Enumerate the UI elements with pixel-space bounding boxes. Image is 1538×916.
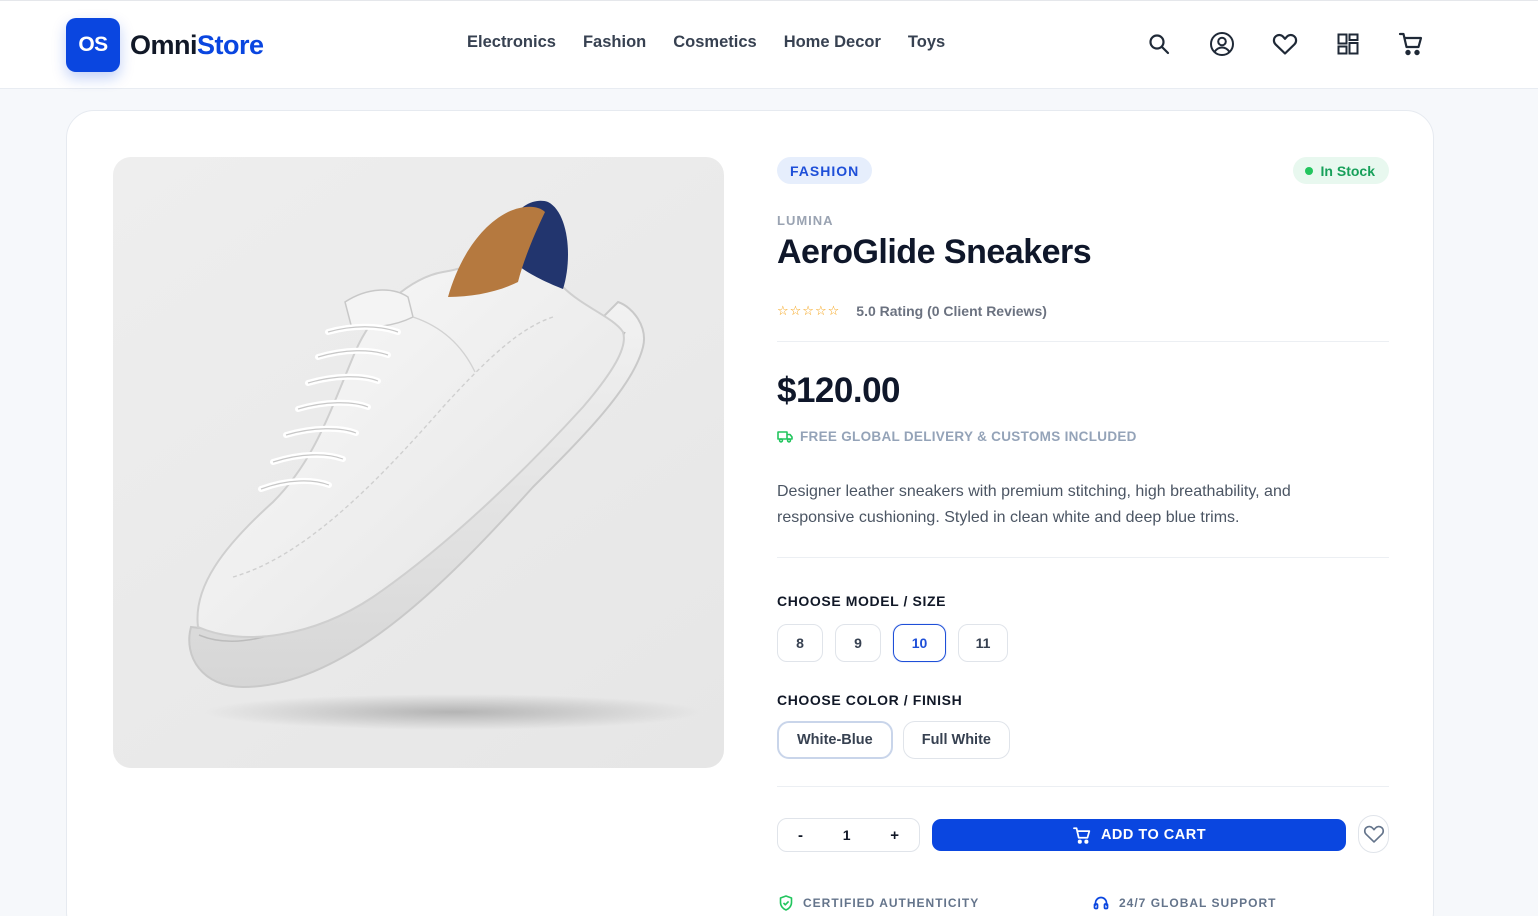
- trust-authenticity: CERTIFIED AUTHENTICITY: [779, 895, 979, 911]
- shield-check-icon: [779, 895, 793, 911]
- logo-text: OmniStore: [130, 30, 264, 61]
- product-brand: LUMINA: [777, 213, 834, 228]
- color-option-white-blue[interactable]: White-Blue: [777, 721, 893, 759]
- size-option-8[interactable]: 8: [777, 624, 823, 662]
- color-option-full-white[interactable]: Full White: [902, 721, 1010, 759]
- cart-icon: [1073, 826, 1091, 844]
- rating-stars-icon: ☆☆☆☆☆: [777, 303, 841, 318]
- headset-icon: [1093, 896, 1109, 910]
- color-options: White-Blue Full White: [777, 721, 1020, 759]
- logo-text-omni: Omni: [130, 29, 198, 60]
- nav-cosmetics[interactable]: Cosmetics: [673, 33, 756, 52]
- trust-authenticity-text: CERTIFIED AUTHENTICITY: [803, 896, 980, 910]
- product-rating: ☆☆☆☆☆ 5.0 Rating (0 Client Reviews): [777, 303, 1047, 319]
- rating-text[interactable]: 5.0 Rating (0 Client Reviews): [856, 303, 1047, 319]
- cart-icon[interactable]: [1396, 29, 1426, 59]
- trust-support: 24/7 GLOBAL SUPPORT: [1093, 895, 1276, 911]
- product-title: AeroGlide Sneakers: [777, 233, 1092, 271]
- divider: [777, 557, 1389, 558]
- qty-increase-button[interactable]: +: [890, 827, 899, 844]
- add-to-cart-label: ADD TO CART: [1100, 827, 1207, 843]
- delivery-note: FREE GLOBAL DELIVERY & CUSTOMS INCLUDED: [777, 429, 1137, 444]
- qty-decrease-button[interactable]: -: [798, 827, 803, 844]
- quantity-stepper: - 1 +: [777, 818, 920, 852]
- header-actions: [1144, 29, 1426, 59]
- stock-dot-icon: [1304, 166, 1313, 175]
- site-header: OS OmniStore Electronics Fashion Cosmeti…: [0, 0, 1538, 89]
- nav-home-decor[interactable]: Home Decor: [784, 33, 881, 52]
- heart-icon: [1363, 825, 1384, 843]
- product-image[interactable]: [113, 157, 724, 768]
- logo-text-store: Store: [197, 29, 264, 60]
- product-price: $120.00: [777, 371, 901, 410]
- add-to-wishlist-button[interactable]: [1358, 815, 1389, 853]
- wishlist-icon[interactable]: [1270, 29, 1300, 59]
- stock-text: In Stock: [1320, 162, 1375, 179]
- size-option-11[interactable]: 11: [958, 624, 1008, 662]
- trust-support-text: 24/7 GLOBAL SUPPORT: [1119, 896, 1277, 910]
- dashboard-icon[interactable]: [1333, 29, 1363, 59]
- product-description: Designer leather sneakers with premium s…: [777, 483, 1291, 526]
- main-nav: Electronics Fashion Cosmetics Home Decor…: [467, 33, 972, 52]
- qty-value[interactable]: 1: [843, 827, 851, 843]
- delivery-text: FREE GLOBAL DELIVERY & CUSTOMS INCLUDED: [800, 429, 1137, 444]
- nav-electronics[interactable]: Electronics: [467, 33, 556, 52]
- logo-badge: OS: [66, 18, 120, 72]
- color-label: CHOOSE COLOR / FINISH: [777, 692, 963, 708]
- size-option-9[interactable]: 9: [835, 624, 881, 662]
- add-to-cart-button[interactable]: ADD TO CART: [932, 819, 1346, 851]
- divider: [777, 786, 1389, 787]
- nav-fashion[interactable]: Fashion: [583, 33, 646, 52]
- size-label: CHOOSE MODEL / SIZE: [777, 593, 947, 609]
- nav-toys[interactable]: Toys: [908, 33, 945, 52]
- search-icon[interactable]: [1144, 29, 1174, 59]
- size-option-10[interactable]: 10: [893, 624, 946, 662]
- divider: [777, 341, 1389, 342]
- product-card: FASHION In Stock LUMINA AeroGlide Sneake…: [66, 110, 1434, 916]
- stock-badge: In Stock: [1292, 157, 1389, 184]
- account-icon[interactable]: [1207, 29, 1237, 59]
- logo[interactable]: OS OmniStore: [66, 18, 264, 72]
- category-badge[interactable]: FASHION: [777, 157, 873, 184]
- truck-icon: [777, 431, 793, 443]
- size-options: 8 9 10 11: [777, 624, 1020, 662]
